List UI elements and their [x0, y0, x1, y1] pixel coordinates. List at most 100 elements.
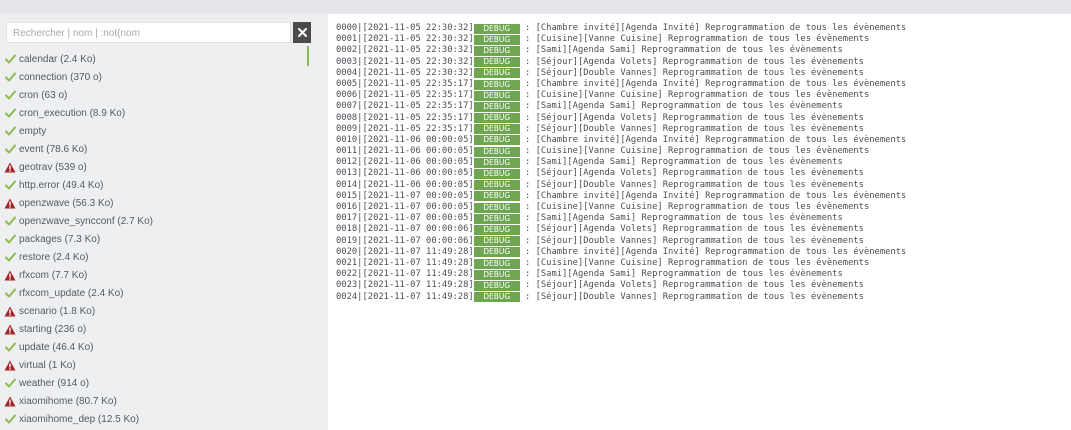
warning-icon [4, 161, 16, 173]
log-file-label: virtual (1 Ko) [19, 359, 76, 371]
log-file-sidebar: calendar (2.4 Ko) connection (370 o) cron … [0, 14, 318, 430]
log-file-label: packages (7.3 Ko) [19, 233, 101, 245]
log-file-item[interactable]: geotrav (539 o) [0, 158, 310, 176]
log-file-label: http.error (49.4 Ko) [19, 179, 104, 191]
log-file-item[interactable]: xiaomihome (80.7 Ko) [0, 392, 310, 410]
log-file-item[interactable]: xiaomihome_dep (12.5 Ko) [0, 410, 310, 428]
log-file-item[interactable]: update (46.4 Ko) [0, 338, 310, 356]
log-file-item[interactable]: event (78.6 Ko) [0, 140, 310, 158]
log-file-item[interactable]: connection (370 o) [0, 68, 310, 86]
log-file-item[interactable]: openzwave (56.3 Ko) [0, 194, 310, 212]
log-level-badge: DEBUG [473, 135, 520, 146]
log-line: 0019|[2021-11-07 00:00:06] DEBUG : [Séjou… [336, 236, 906, 247]
log-level-badge: DEBUG [473, 157, 520, 168]
log-file-label: rfxcom_update (2.4 Ko) [19, 287, 124, 299]
log-line-prefix: 0001|[2021-11-05 22:30:32] [336, 34, 474, 45]
log-line-message: : [Cuisine][Vanne Cuisine] Reprogrammati… [519, 34, 870, 45]
log-file-item[interactable]: empty [0, 122, 310, 140]
log-line: 0022|[2021-11-07 11:49:28] DEBUG : [Sami]… [336, 269, 906, 280]
log-file-item[interactable]: http.error (49.4 Ko) [0, 176, 310, 194]
log-line: 0005|[2021-11-05 22:35:17] DEBUG : [Chamb… [336, 79, 906, 90]
log-file-label: xiaomihome (80.7 Ko) [19, 395, 117, 407]
log-line-prefix: 0009|[2021-11-05 22:35:17] [336, 123, 474, 134]
log-line: 0024|[2021-11-07 11:49:28] DEBUG : [Séjou… [336, 292, 906, 303]
search-box [6, 22, 291, 43]
check-icon [4, 215, 16, 227]
log-line-prefix: 0007|[2021-11-05 22:35:17] [336, 101, 474, 112]
log-line-message: : [Sami][Agenda Sami] Reprogrammation de… [519, 269, 843, 280]
log-level-badge: DEBUG [473, 101, 520, 112]
log-line-message: : [Chambre invité][Agenda Invité] Reprog… [519, 190, 907, 201]
log-level-badge: DEBUG [473, 202, 520, 213]
log-level-badge: DEBUG [473, 146, 520, 157]
log-line-prefix: 0021|[2021-11-07 11:49:28] [336, 257, 474, 268]
log-level-badge: DEBUG [473, 45, 520, 56]
log-file-item[interactable]: packages (7.3 Ko) [0, 230, 310, 248]
log-file-item[interactable]: rfxcom_update (2.4 Ko) [0, 284, 310, 302]
log-file-item[interactable]: calendar (2.4 Ko) [0, 50, 310, 68]
log-line: 0011|[2021-11-06 00:00:05] DEBUG : [Cuisi… [336, 146, 906, 157]
log-file-label: calendar (2.4 Ko) [19, 53, 96, 65]
log-file-item[interactable]: cron (63 o) [0, 86, 310, 104]
log-line-message: : [Cuisine][Vanne Cuisine] Reprogrammati… [519, 257, 870, 268]
log-line: 0014|[2021-11-06 00:00:05] DEBUG : [Séjou… [336, 180, 906, 191]
log-output: 0000|[2021-11-05 22:30:32] DEBUG : [Chamb… [336, 23, 906, 303]
log-line-message: : [Chambre invité][Agenda Invité] Reprog… [519, 246, 907, 257]
log-file-item[interactable]: virtual (1 Ko) [0, 356, 310, 374]
log-line-message: : [Séjour][Double Vannes] Reprogrammatio… [519, 123, 864, 134]
log-line-prefix: 0023|[2021-11-07 11:49:28] [336, 280, 474, 291]
log-line: 0017|[2021-11-07 00:00:05] DEBUG : [Sami]… [336, 213, 906, 224]
log-file-item[interactable]: cron_execution (8.9 Ko) [0, 104, 310, 122]
log-content-panel: 0000|[2021-11-05 22:30:32] DEBUG : [Chamb… [328, 14, 1071, 430]
log-file-item[interactable]: rfxcom (7.7 Ko) [0, 266, 310, 284]
log-level-badge: DEBUG [473, 269, 520, 280]
log-line-message: : [Sami][Agenda Sami] Reprogrammation de… [519, 45, 843, 56]
log-line: 0008|[2021-11-05 22:35:17] DEBUG : [Séjou… [336, 113, 906, 124]
log-line-message: : [Cuisine][Vanne Cuisine] Reprogrammati… [519, 146, 870, 157]
log-line-prefix: 0000|[2021-11-05 22:30:32] [336, 23, 474, 33]
log-line: 0023|[2021-11-07 11:49:28] DEBUG : [Séjou… [336, 280, 906, 291]
clear-search-button[interactable] [293, 22, 311, 43]
log-file-label: restore (2.4 Ko) [19, 251, 89, 263]
log-line: 0003|[2021-11-05 22:30:32] DEBUG : [Séjou… [336, 57, 906, 68]
log-file-label: rfxcom (7.7 Ko) [19, 269, 88, 281]
check-icon [4, 233, 16, 245]
log-line-prefix: 0010|[2021-11-06 00:00:05] [336, 134, 474, 145]
close-icon [297, 28, 307, 37]
log-file-item[interactable]: starting (236 o) [0, 320, 310, 338]
log-level-badge: DEBUG [473, 191, 520, 202]
log-file-item[interactable]: openzwave_syncconf (2.7 Ko) [0, 212, 310, 230]
search-input[interactable] [7, 24, 290, 43]
check-icon [4, 287, 16, 299]
log-level-badge: DEBUG [473, 213, 520, 224]
log-file-item[interactable]: weather (914 o) [0, 374, 310, 392]
log-level-badge: DEBUG [473, 79, 520, 90]
check-icon [4, 413, 16, 425]
log-line: 0020|[2021-11-07 11:49:28] DEBUG : [Chamb… [336, 247, 906, 258]
warning-icon [4, 395, 16, 407]
log-line-message: : [Séjour][Agenda Volets] Reprogrammatio… [519, 112, 864, 123]
log-level-badge: DEBUG [473, 90, 520, 101]
log-line: 0002|[2021-11-05 22:30:32] DEBUG : [Sami]… [336, 45, 906, 56]
log-line: 0009|[2021-11-05 22:35:17] DEBUG : [Séjou… [336, 124, 906, 135]
log-file-item[interactable]: scenario (1.8 Ko) [0, 302, 310, 320]
log-file-label: cron_execution (8.9 Ko) [19, 107, 126, 119]
log-line-prefix: 0012|[2021-11-06 00:00:05] [336, 157, 474, 168]
log-line-message: : [Sami][Agenda Sami] Reprogrammation de… [519, 213, 843, 224]
log-line-message: : [Chambre invité][Agenda Invité] Reprog… [519, 23, 907, 33]
log-line: 0001|[2021-11-05 22:30:32] DEBUG : [Cuisi… [336, 34, 906, 45]
log-line-message: : [Séjour][Agenda Volets] Reprogrammatio… [519, 224, 864, 235]
log-line-message: : [Sami][Agenda Sami] Reprogrammation de… [519, 101, 843, 112]
check-icon [4, 143, 16, 155]
log-line-message: : [Séjour][Agenda Volets] Reprogrammatio… [519, 280, 864, 291]
log-level-badge: DEBUG [473, 224, 520, 235]
check-icon [4, 89, 16, 101]
log-file-list: calendar (2.4 Ko) connection (370 o) cron … [0, 50, 310, 428]
log-level-badge: DEBUG [473, 280, 520, 291]
log-file-item[interactable]: restore (2.4 Ko) [0, 248, 310, 266]
log-line-message: : [Cuisine][Vanne Cuisine] Reprogrammati… [519, 202, 870, 212]
log-file-label: connection (370 o) [19, 71, 102, 83]
log-line-message: : [Séjour][Agenda Volets] Reprogrammatio… [519, 168, 864, 179]
check-icon [4, 341, 16, 353]
log-level-badge: DEBUG [473, 292, 520, 303]
